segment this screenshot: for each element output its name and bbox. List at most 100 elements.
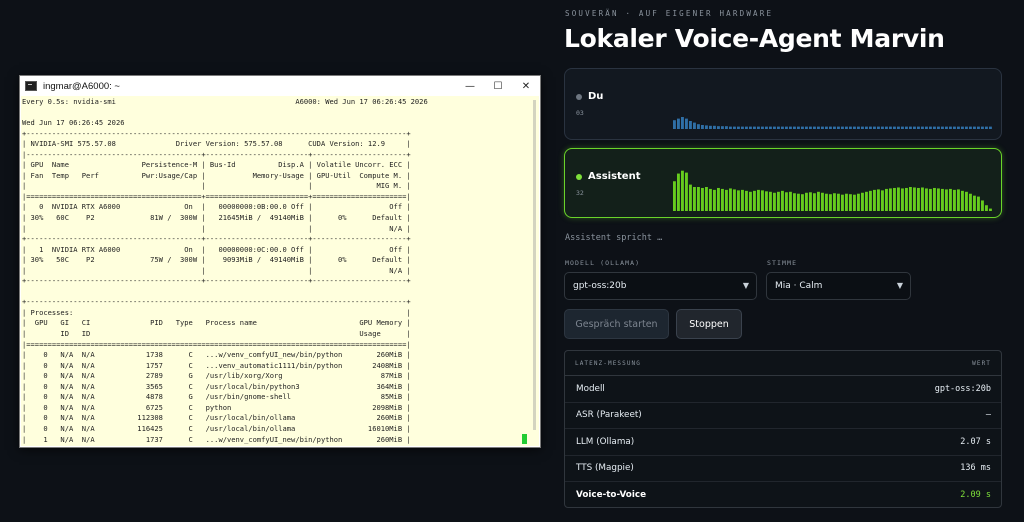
wave-bar: [725, 126, 728, 129]
wave-bar: [817, 126, 820, 129]
wave-bar: [773, 192, 776, 211]
wave-bar: [965, 191, 968, 211]
wave-bar: [689, 184, 692, 211]
wave-bar: [681, 117, 684, 129]
minimize-button[interactable]: —: [456, 76, 484, 96]
latency-value: 2.07 s: [960, 436, 991, 447]
assistant-waveform: [673, 170, 992, 211]
wave-bar: [865, 126, 868, 129]
wave-bar: [781, 126, 784, 129]
wave-bar: [941, 188, 944, 211]
model-select[interactable]: gpt-oss:20b ▼: [564, 272, 757, 300]
terminal-titlebar[interactable]: ingmar@A6000: ~ — ☐ ✕: [20, 76, 540, 96]
start-conversation-button[interactable]: Gespräch starten: [564, 309, 669, 339]
wave-bar: [877, 126, 880, 129]
wave-bar: [773, 126, 776, 129]
voice-select-value: Mia · Calm: [775, 281, 823, 291]
latency-value: 136 ms: [960, 463, 991, 474]
wave-bar: [937, 188, 940, 211]
voice-select[interactable]: Mia · Calm ▼: [766, 272, 911, 300]
wave-bar: [733, 126, 736, 129]
latency-value: gpt-oss:20b: [934, 383, 991, 394]
stop-button[interactable]: Stoppen: [676, 309, 742, 339]
terminal-line: |=======================================…: [22, 191, 411, 201]
wave-bar: [761, 126, 764, 129]
wave-bar: [845, 193, 848, 211]
terminal-body[interactable]: Every 0.5s: nvidia-smi A6000: Wed Jun 17…: [21, 96, 539, 446]
terminal-line: |=======================================…: [22, 339, 411, 349]
terminal-line: +---------------------------------------…: [22, 234, 411, 244]
wave-bar: [885, 126, 888, 129]
wave-bar: [701, 187, 704, 211]
wave-bar: [693, 187, 696, 211]
terminal-scrollbar[interactable]: [533, 100, 536, 430]
wave-bar: [713, 189, 716, 211]
terminal-line: | 0 N/A N/A 116425 C /usr/local/bin/olla…: [22, 423, 411, 433]
wave-bar: [785, 192, 788, 211]
wave-bar: [849, 194, 852, 211]
wave-bar: [785, 126, 788, 129]
wave-bar: [933, 187, 936, 211]
wave-bar: [945, 126, 948, 129]
latency-table: LATENZ-MESSUNG WERT Modell gpt-oss:20b A…: [564, 350, 1002, 508]
wave-bar: [921, 126, 924, 129]
wave-bar: [873, 126, 876, 129]
wave-bar: [725, 189, 728, 211]
wave-bar: [929, 126, 932, 129]
wave-bar: [769, 126, 772, 129]
wave-bar: [961, 190, 964, 211]
wave-bar: [973, 195, 976, 211]
wave-bar: [837, 126, 840, 129]
wave-bar: [857, 193, 860, 211]
terminal-window[interactable]: ingmar@A6000: ~ — ☐ ✕ Every 0.5s: nvidia…: [19, 75, 541, 448]
terminal-line: | 0 N/A N/A 1738 C ...w/venv_comfyUI_new…: [22, 350, 411, 360]
maximize-button[interactable]: ☐: [484, 76, 512, 96]
chevron-down-icon: ▼: [896, 281, 903, 290]
wave-bar: [745, 126, 748, 129]
value-column-header: WERT: [972, 359, 991, 367]
wave-bar: [869, 126, 872, 129]
latency-label: LLM (Ollama): [576, 436, 635, 447]
terminal-cursor: [522, 434, 527, 444]
wave-bar: [721, 126, 724, 129]
wave-bar: [685, 172, 688, 211]
close-button[interactable]: ✕: [512, 76, 540, 96]
wave-bar: [921, 187, 924, 211]
wave-bar: [973, 126, 976, 129]
assistant-voice-name: Assistent: [588, 171, 641, 182]
wave-bar: [741, 189, 744, 211]
wave-bar: [873, 189, 876, 211]
latency-column-header: LATENZ-MESSUNG: [575, 359, 641, 367]
latency-value: –: [985, 410, 991, 421]
wave-bar: [717, 187, 720, 211]
model-select-value: gpt-oss:20b: [573, 281, 627, 291]
wave-bar: [693, 122, 696, 129]
wave-bar: [729, 126, 732, 129]
terminal-line: | 0 N/A N/A 3565 C /usr/local/bin/python…: [22, 381, 411, 391]
wave-bar: [901, 126, 904, 129]
wave-bar: [677, 118, 680, 129]
terminal-line: |---------------------------------------…: [22, 149, 411, 159]
wave-bar: [861, 192, 864, 211]
wave-bar: [757, 189, 760, 211]
wave-bar: [745, 190, 748, 211]
wave-bar: [681, 170, 684, 211]
wave-bar: [841, 194, 844, 211]
wave-bar: [889, 188, 892, 211]
terminal-line: | | | N/A |: [22, 265, 411, 275]
wave-bar: [765, 126, 768, 129]
terminal-line: | 1 NVIDIA RTX A6000 On | 00000000:0C:00…: [22, 244, 411, 254]
wave-bar: [977, 196, 980, 211]
wave-bar: [821, 126, 824, 129]
wave-bar: [713, 125, 716, 129]
wave-bar: [797, 126, 800, 129]
chevron-down-icon: ▼: [742, 281, 749, 290]
wave-bar: [709, 125, 712, 129]
wave-bar: [853, 126, 856, 129]
user-voice-name: Du: [588, 91, 604, 102]
wave-bar: [765, 191, 768, 211]
wave-bar: [925, 126, 928, 129]
wave-bar: [797, 193, 800, 211]
user-status-dot: [576, 94, 582, 100]
terminal-line: | | | MIG M. |: [22, 181, 411, 191]
